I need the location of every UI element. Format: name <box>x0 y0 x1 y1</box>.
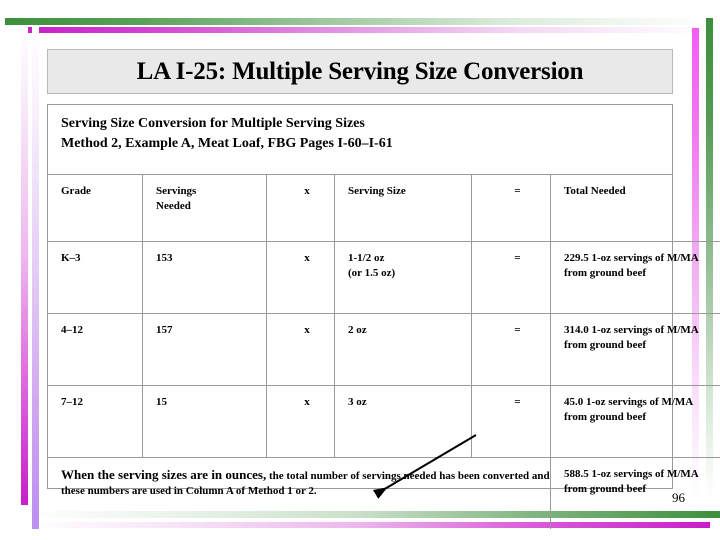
footer-note: When the serving sizes are in ounces, th… <box>48 457 551 529</box>
cell-total-needed-line-2: from ground beef <box>564 339 647 351</box>
column-header-total-needed: Total Needed <box>550 175 720 242</box>
table-caption-line-1: Serving Size Conversion for Multiple Ser… <box>61 116 365 131</box>
cell-equals: = <box>471 313 551 386</box>
table-caption: Serving Size Conversion for Multiple Ser… <box>48 105 672 175</box>
cell-grand-total-line-1: 588.5 1-oz servings of M/MA <box>564 468 699 480</box>
serving-size-conversion-table: Grade Servings Needed x Serving Size = T… <box>48 175 720 529</box>
cell-grand-total-line-2: from ground beef <box>564 483 647 495</box>
cell-equals: = <box>471 241 551 314</box>
table-row: K–3 153 x 1-1/2 oz (or 1.5 oz) = 229.5 1… <box>48 241 720 314</box>
cell-total-needed-line-1: 45.0 1-oz servings of M/MA <box>564 396 694 408</box>
cell-serving-size-line-1: 2 oz <box>348 324 367 336</box>
cell-serving-size-line-2: (or 1.5 oz) <box>348 267 396 279</box>
cell-times: x <box>266 313 335 386</box>
cell-total-needed-line-1: 229.5 1-oz servings of M/MA <box>564 252 699 264</box>
cell-times: x <box>266 241 335 314</box>
top-green-accent-bar <box>5 18 710 25</box>
cell-equals: = <box>471 385 551 458</box>
page-number: 96 <box>672 490 685 505</box>
cell-servings-needed: 153 <box>142 241 267 314</box>
table-row: 7–12 15 x 3 oz = 45.0 1-oz servings of M… <box>48 385 720 458</box>
cell-total-needed-line-2: from ground beef <box>564 267 647 279</box>
slide-title: LA I-25: Multiple Serving Size Conversio… <box>136 57 584 85</box>
table-header-row: Grade Servings Needed x Serving Size = T… <box>48 175 720 242</box>
cell-serving-size: 2 oz <box>334 313 472 386</box>
cell-times: x <box>266 385 335 458</box>
cell-grand-total: 588.5 1-oz servings of M/MA from ground … <box>551 458 720 530</box>
table-row: 4–12 157 x 2 oz = 314.0 1-oz servings of… <box>48 313 720 386</box>
column-header-servings-needed: Servings Needed <box>142 175 267 242</box>
cell-grade: 7–12 <box>48 385 143 458</box>
cell-grade: K–3 <box>48 241 143 314</box>
column-header-equals: = <box>471 175 551 242</box>
conversion-table-panel: Serving Size Conversion for Multiple Ser… <box>47 104 720 529</box>
column-header-serving-size: Serving Size <box>334 175 472 242</box>
left-violet-accent-bar <box>32 27 39 529</box>
cell-total-needed: 45.0 1-oz servings of M/MA from ground b… <box>550 385 720 458</box>
column-header-servings-needed-line-2: Needed <box>156 200 191 212</box>
table-footer-row: When the serving sizes are in ounces, th… <box>48 457 720 530</box>
cell-serving-size-line-1: 3 oz <box>348 396 367 408</box>
left-magenta-accent-bar <box>21 27 28 505</box>
cell-total-needed-line-1: 314.0 1-oz servings of M/MA <box>564 324 699 336</box>
cell-total-needed-line-2: from ground beef <box>564 411 647 423</box>
footer-note-bold: When the serving sizes are in ounces, <box>61 467 267 482</box>
top-magenta-accent-bar <box>22 27 710 33</box>
table-caption-line-2: Method 2, Example A, Meat Loaf, FBG Page… <box>61 136 393 151</box>
cell-servings-needed: 157 <box>142 313 267 386</box>
cell-serving-size: 3 oz <box>334 385 472 458</box>
cell-grade: 4–12 <box>48 313 143 386</box>
cell-serving-size: 1-1/2 oz (or 1.5 oz) <box>334 241 472 314</box>
slide-title-box: LA I-25: Multiple Serving Size Conversio… <box>47 49 673 94</box>
column-header-grade: Grade <box>48 175 143 242</box>
column-header-servings-needed-line-1: Servings <box>156 185 197 197</box>
column-header-times: x <box>266 175 335 242</box>
cell-servings-needed: 15 <box>142 385 267 458</box>
cell-total-needed: 229.5 1-oz servings of M/MA from ground … <box>550 241 720 314</box>
cell-serving-size-line-1: 1-1/2 oz <box>348 252 385 264</box>
cell-total-needed: 314.0 1-oz servings of M/MA from ground … <box>550 313 720 386</box>
